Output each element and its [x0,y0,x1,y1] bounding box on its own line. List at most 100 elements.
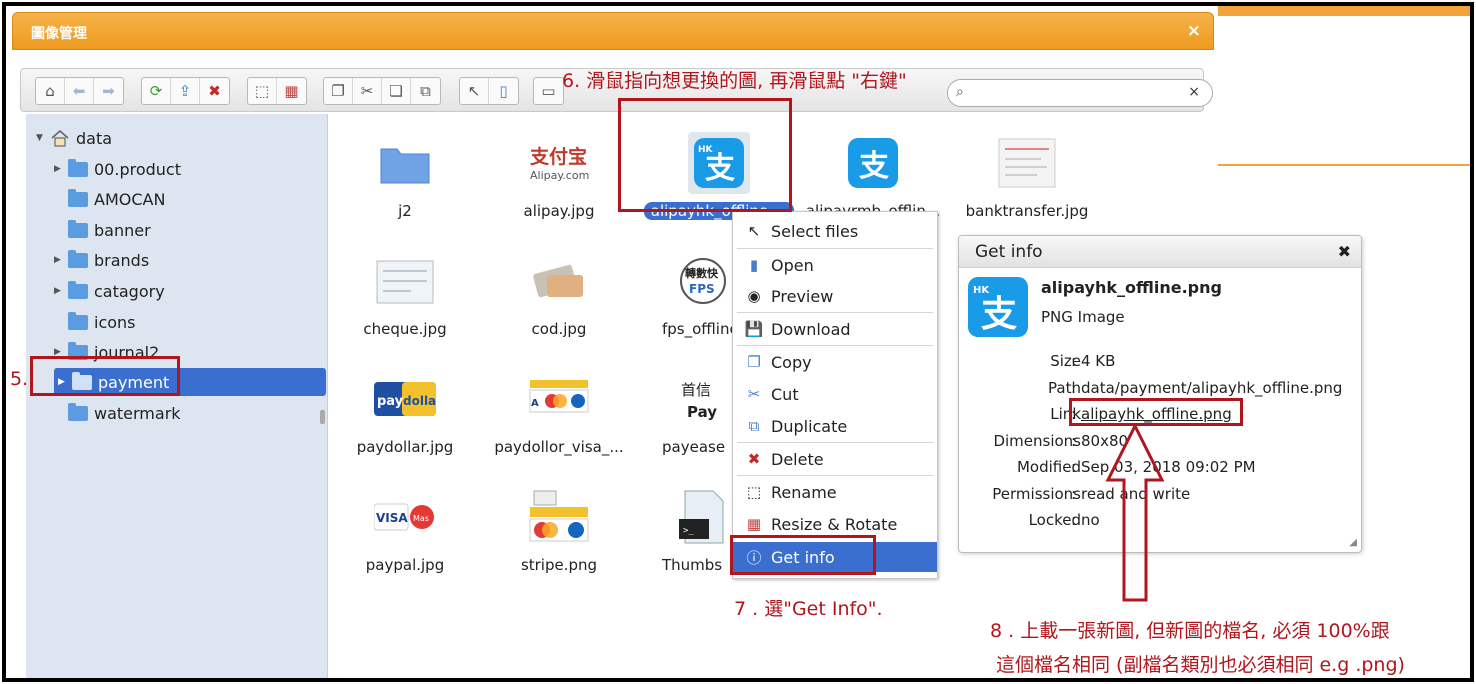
cursor-icon: ↖ [747,222,761,240]
file-item[interactable]: 支付宝 Alipay.com alipay.jpg [484,120,634,230]
screenshot-frame: 圖像管理 × ⌂ ⬅ ➡ ⟳ ⇪ ✖ ⬚ ▦ ❐ ✂ ❏ ⧉ ↖ ▯ ▭ ⌕ ×… [2,2,1474,682]
file-item[interactable]: cod.jpg [484,238,634,348]
file-item[interactable]: VISA Mas paypal.jpg [330,474,480,584]
thumbs-db-icon: >_ [672,486,734,548]
folder-icon [68,280,88,299]
alipayhk-icon: HK 支 [688,132,750,194]
svg-text:>_: >_ [683,526,694,536]
file-ops-group: ⟳ ⇪ ✖ [141,77,230,105]
tree-item-label: watermark [94,403,181,423]
menu-item-delete[interactable]: ✖ Delete [733,444,937,474]
tree-item-label: icons [94,312,136,332]
context-menu: ↖ Select files ▮ Open ◉ Preview 💾 Download ❐… [732,211,938,579]
menu-item-get-info[interactable]: ⓘ Get info [733,542,937,572]
scissors-icon: ✂ [747,385,761,403]
duplicate-toolbar-button[interactable]: ⧉ [411,78,440,104]
pointer-button[interactable]: ↖ [460,78,489,104]
svg-text:支: 支 [981,294,1017,335]
forward-button[interactable]: ➡ [94,78,123,104]
home-button[interactable]: ⌂ [36,78,65,104]
open-toolbar-button[interactable]: ▯ [489,78,518,104]
edit-image-button[interactable]: ▦ [277,78,306,104]
window-icon: ▭ [541,82,556,100]
paste-toolbar-button[interactable]: ❏ [382,78,411,104]
info-close-button[interactable]: ✖ [1338,242,1351,261]
eye-icon: ◉ [747,287,761,305]
menu-item-open[interactable]: ▮ Open [733,250,937,280]
tree-item-brands[interactable]: ▶ brands [54,246,324,274]
menu-item-preview[interactable]: ◉ Preview [733,281,937,311]
info-link[interactable]: alipayhk_offline.png [1081,405,1232,423]
tree-item-payment[interactable]: ▶ payment [54,368,326,396]
file-item[interactable]: paydollar paydollar.jpg [330,356,480,466]
tree-scrollbar[interactable] [320,410,325,424]
rename-icon: ⬚ [746,483,762,501]
cards-icon: A [528,368,590,430]
file-item[interactable]: cheque.jpg [330,238,480,348]
tree-item-amocan[interactable]: AMOCAN [54,185,324,213]
arrow-up-annotation [1105,424,1165,602]
copy-toolbar-button[interactable]: ❐ [324,78,353,104]
annotation-step-8-line1: 8 . 上載一張新圖, 但新圖的檔名, 必須 100%跟 [990,620,1390,642]
info-file-name: alipayhk_offline.png [1041,278,1222,297]
menu-item-cut[interactable]: ✂ Cut [733,379,937,409]
file-item[interactable]: j2 [330,120,480,230]
menu-item-duplicate[interactable]: ⧉ Duplicate [733,411,937,441]
svg-text:支: 支 [705,151,735,186]
file-name: banktransfer.jpg [965,202,1089,220]
alipayrmb-icon: 支 [842,132,904,194]
folder-icon [374,132,436,194]
chevron-right-icon: ▶ [54,347,61,357]
annotation-step-5: 5. [10,368,29,390]
menu-item-select-files[interactable]: ↖ Select files [733,216,937,246]
duplicate-icon: ⧉ [748,417,760,435]
info-row-path: Path: data/payment/alipayhk_offline.png [1048,379,1343,397]
search-clear-icon[interactable]: × [1188,84,1200,100]
back-button[interactable]: ⬅ [65,78,94,104]
nav-group: ⌂ ⬅ ➡ [35,77,124,105]
folder-icon [68,341,88,360]
menu-item-resize-rotate[interactable]: ▦ Resize & Rotate [733,509,937,539]
reload-button[interactable]: ⟳ [142,78,171,104]
file-item[interactable]: banktransfer.jpg [952,120,1102,230]
select-all-button[interactable]: ⬚ [248,78,277,104]
tree-item-journal2[interactable]: ▶ journal2 [54,338,324,366]
file-name: paydollar.jpg [356,438,454,456]
cheque-icon [374,250,436,312]
tree-item-00-product[interactable]: ▶ 00.product [54,155,324,183]
svg-text:pay: pay [377,394,404,409]
menu-item-copy[interactable]: ❐ Copy [733,347,937,377]
search-box: ⌕ × [947,79,1213,107]
file-item[interactable]: A paydollor_visa_... [484,356,634,466]
home-icon [50,129,70,147]
cut-toolbar-button[interactable]: ✂ [353,78,382,104]
paste-icon: ❏ [389,82,403,100]
tree-item-label: payment [98,372,170,392]
upload-button[interactable]: ⇪ [171,78,200,104]
delete-toolbar-button[interactable]: ✖ [200,78,229,104]
payease-icon: 首信 Pay [672,368,734,430]
tree-item-label: catagory [94,281,165,301]
tree-item-icons[interactable]: icons [54,308,324,336]
file-item[interactable]: stripe.png [484,474,634,584]
search-icon: ⌕ [956,84,964,100]
folder-open-icon [72,371,92,390]
tree-item-banner[interactable]: banner [54,216,324,244]
folder-icon [68,188,88,207]
file-name: stripe.png [520,556,598,574]
annotation-step-7: 7 . 選"Get Info". [734,598,883,620]
menu-item-download[interactable]: 💾 Download [733,314,937,344]
svg-text:轉數快: 轉數快 [685,266,719,280]
tree-root-data[interactable]: ▼ data [36,124,306,152]
resize-grip-icon[interactable]: ◢ [1349,537,1357,548]
home-icon: ⌂ [45,82,55,100]
window-close-button[interactable]: × [1187,21,1201,41]
search-input[interactable] [974,84,1174,102]
info-toolbar-button[interactable]: ▭ [534,78,563,104]
menu-item-rename[interactable]: ⬚ Rename [733,477,937,507]
tree-item-watermark[interactable]: watermark [54,399,324,427]
image-edit-icon: ▦ [284,82,299,100]
tree-item-catagory[interactable]: ▶ catagory [54,277,324,305]
folder-icon [68,219,88,238]
fps-icon: 轉數快 FPS [672,250,734,312]
